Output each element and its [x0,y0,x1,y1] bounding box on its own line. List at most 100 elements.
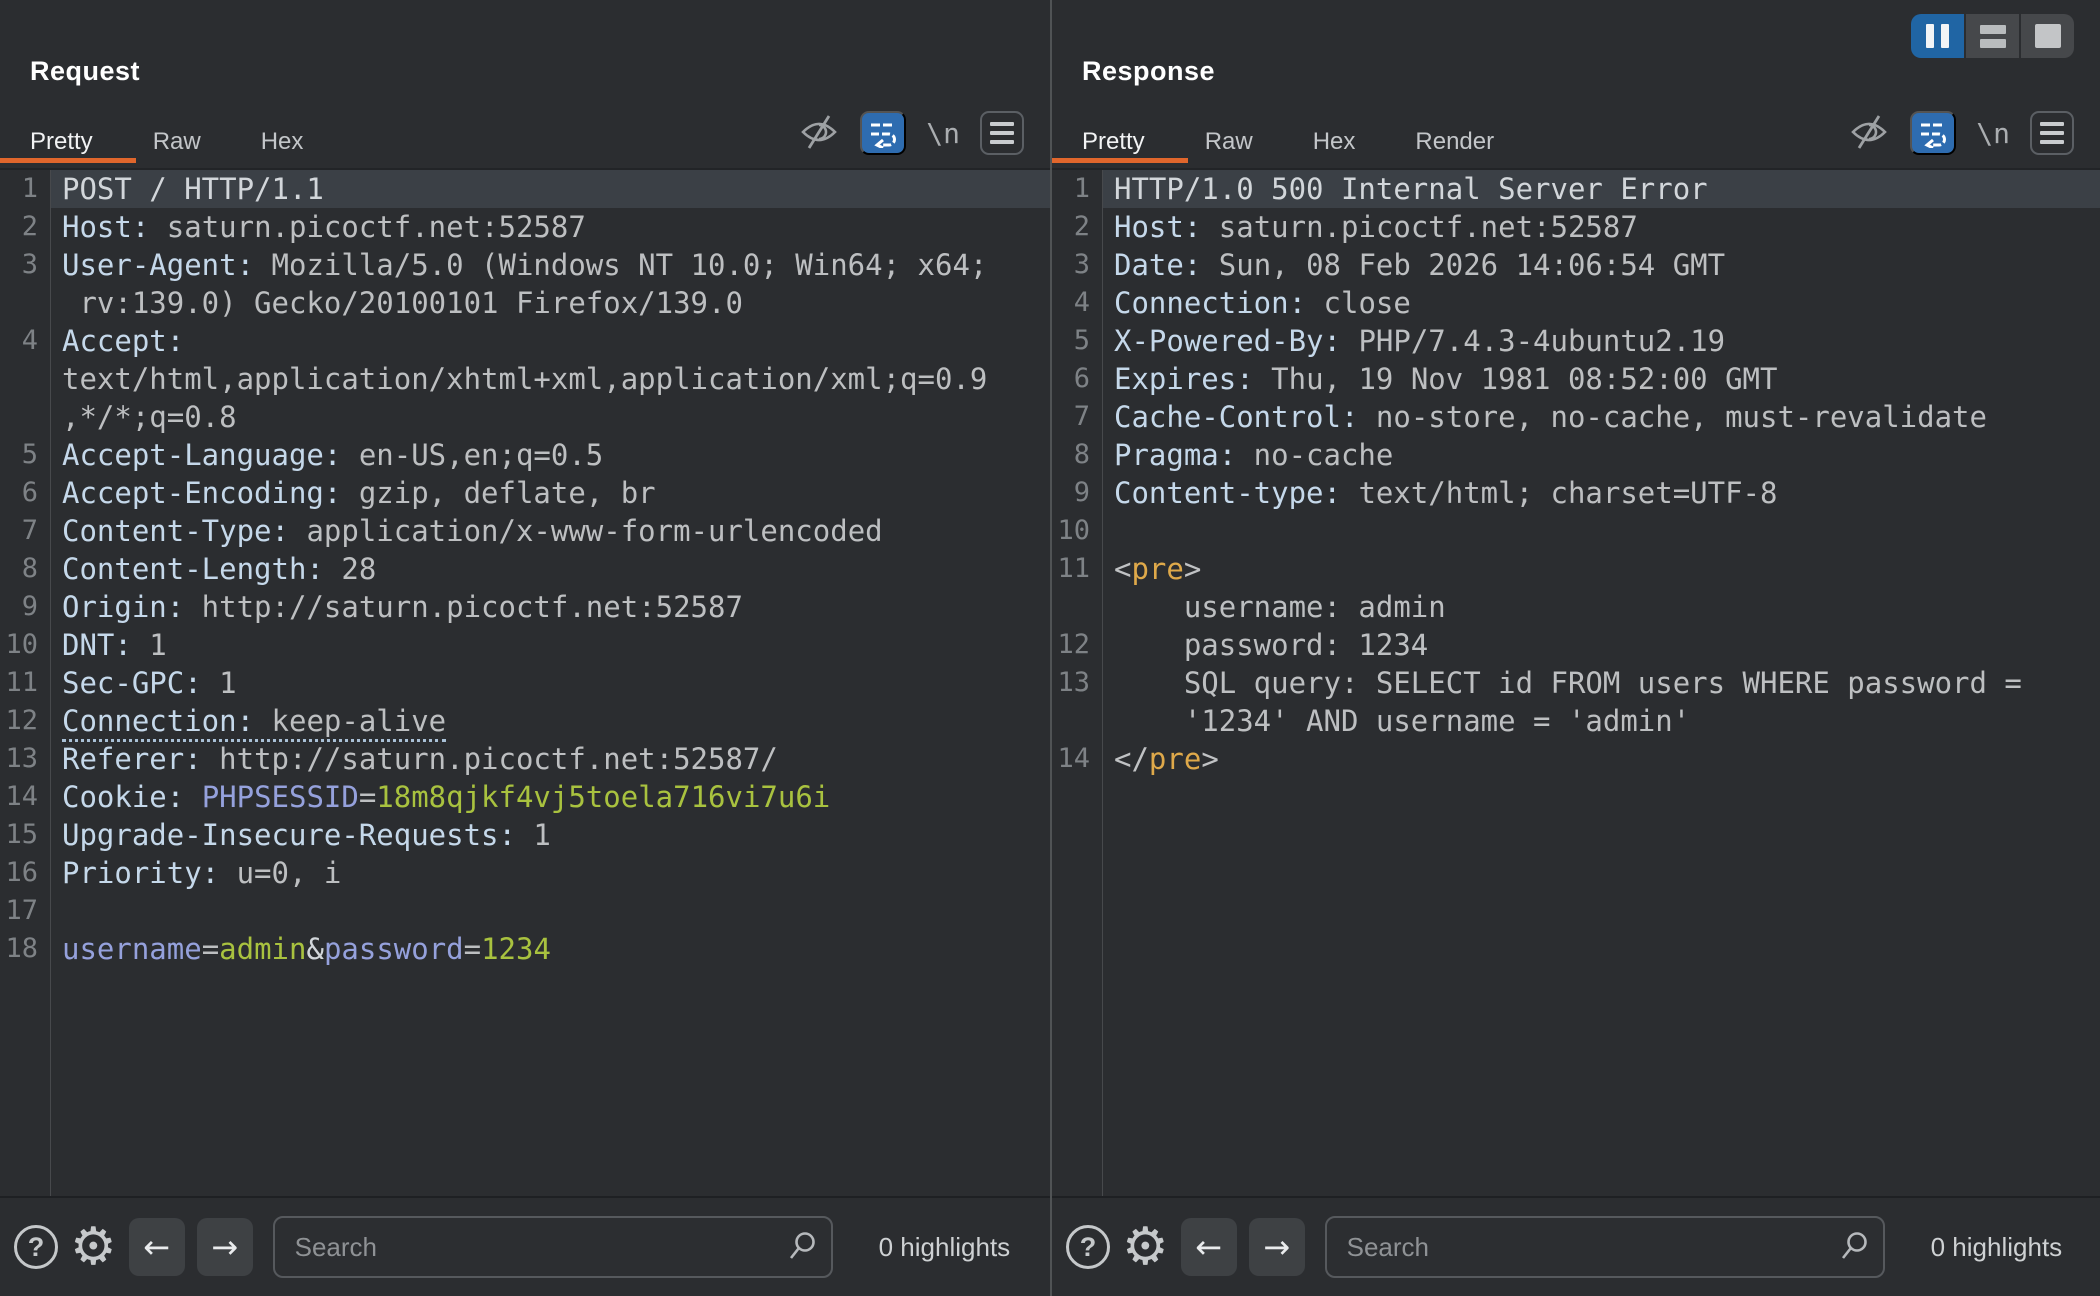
code-line[interactable]: text/html,application/xhtml+xml,applicat… [0,360,1050,398]
code-line[interactable]: 4Connection: close [1052,284,2100,322]
line-text: Date: Sun, 08 Feb 2026 14:06:54 GMT [1102,246,1725,284]
code-line[interactable]: 8Pragma: no-cache [1052,436,2100,474]
line-number: 9 [0,588,50,626]
response-panel: Response Pretty Raw Hex Render \n 1HTTP/1.0… [1052,0,2100,1296]
line-text: Origin: http://saturn.picoctf.net:52587 [50,588,743,626]
code-line[interactable]: 10DNT: 1 [0,626,1050,664]
code-line[interactable]: 14</pre> [1052,740,2100,778]
line-text: Cache-Control: no-store, no-cache, must-… [1102,398,1987,436]
code-line[interactable]: 13Referer: http://saturn.picoctf.net:525… [0,740,1050,778]
line-number: 5 [1052,322,1102,360]
line-number: 9 [1052,474,1102,512]
request-editor-menu-button[interactable] [980,111,1024,155]
code-line[interactable]: 15Upgrade-Insecure-Requests: 1 [0,816,1050,854]
line-number: 8 [0,550,50,588]
settings-button[interactable]: ⚙ [1122,1225,1169,1269]
line-text [1102,512,1114,550]
code-line[interactable]: 1POST / HTTP/1.1 [0,170,1050,208]
code-line[interactable]: 5X-Powered-By: PHP/7.4.3-4ubuntu2.19 [1052,322,2100,360]
settings-button[interactable]: ⚙ [70,1225,117,1269]
code-line[interactable]: 12 password: 1234 [1052,626,2100,664]
request-editor[interactable]: 1POST / HTTP/1.12Host: saturn.picoctf.ne… [0,168,1050,1196]
previous-match-button[interactable]: ← [1181,1218,1237,1276]
tab-pretty[interactable]: Pretty [30,128,93,156]
layout-single-button[interactable] [2021,14,2074,58]
code-line[interactable]: rv:139.0) Gecko/20100101 Firefox/139.0 [0,284,1050,322]
eye-slash-icon [798,111,840,153]
code-line[interactable]: 7Content-Type: application/x-www-form-ur… [0,512,1050,550]
code-line[interactable]: ,*/*;q=0.8 [0,398,1050,436]
code-line[interactable]: 16Priority: u=0, i [0,854,1050,892]
hide-nonprintable-button[interactable] [1848,111,1890,156]
help-button[interactable]: ? [14,1225,58,1269]
line-number: 10 [0,626,50,664]
line-number: 3 [1052,246,1102,284]
tab-pretty[interactable]: Pretty [1082,128,1145,156]
left-arrow-icon: ← [1195,1228,1222,1266]
code-line[interactable]: 6Expires: Thu, 19 Nov 1981 08:52:00 GMT [1052,360,2100,398]
line-text: DNT: 1 [50,626,167,664]
search-input[interactable] [1325,1216,1885,1278]
question-mark-icon: ? [28,1232,45,1263]
response-editor-menu-button[interactable] [2030,111,2074,155]
code-line[interactable]: 14Cookie: PHPSESSID=18m8qjkf4vj5toela716… [0,778,1050,816]
line-number: 17 [0,892,50,930]
help-button[interactable]: ? [1066,1225,1110,1269]
code-line[interactable]: 2Host: saturn.picoctf.net:52587 [0,208,1050,246]
code-line[interactable]: 1HTTP/1.0 500 Internal Server Error [1052,170,2100,208]
code-line[interactable]: username: admin [1052,588,2100,626]
code-line[interactable]: 9Origin: http://saturn.picoctf.net:52587 [0,588,1050,626]
search-input[interactable] [273,1216,833,1278]
code-line[interactable]: 5Accept-Language: en-US,en;q=0.5 [0,436,1050,474]
code-line[interactable]: 12Connection: keep-alive [0,702,1050,740]
line-text: Pragma: no-cache [1102,436,1393,474]
code-line[interactable]: 6Accept-Encoding: gzip, deflate, br [0,474,1050,512]
tab-raw[interactable]: Raw [153,128,201,156]
word-wrap-toggle[interactable] [860,111,906,155]
code-line[interactable]: 13 SQL query: SELECT id FROM users WHERE… [1052,664,2100,702]
code-line[interactable]: 11Sec-GPC: 1 [0,664,1050,702]
tab-hex[interactable]: Hex [1313,128,1356,156]
code-line[interactable]: 18username=admin&password=1234 [0,930,1050,968]
panel-divider[interactable] [1050,0,1052,1296]
line-number: 7 [0,512,50,550]
code-line[interactable]: 8Content-Length: 28 [0,550,1050,588]
previous-match-button[interactable]: ← [129,1218,185,1276]
code-line[interactable]: 9Content-type: text/html; charset=UTF-8 [1052,474,2100,512]
gear-icon: ⚙ [70,1217,117,1277]
highlights-count: 0 highlights [879,1232,1011,1263]
code-line[interactable]: 10 [1052,512,2100,550]
line-text: username=admin&password=1234 [50,930,551,968]
line-text: Host: saturn.picoctf.net:52587 [1102,208,1638,246]
code-line[interactable]: 17 [0,892,1050,930]
line-number: 6 [0,474,50,512]
next-match-button[interactable]: → [1249,1218,1305,1276]
line-number: 6 [1052,360,1102,398]
code-line[interactable]: 2Host: saturn.picoctf.net:52587 [1052,208,2100,246]
tab-render[interactable]: Render [1415,128,1494,156]
code-line[interactable]: '1234' AND username = 'admin' [1052,702,2100,740]
next-match-button[interactable]: → [197,1218,253,1276]
line-number: 13 [1052,664,1102,702]
tab-raw[interactable]: Raw [1205,128,1253,156]
line-number: 12 [1052,626,1102,664]
code-line[interactable]: 3User-Agent: Mozilla/5.0 (Windows NT 10.… [0,246,1050,284]
line-number: 15 [0,816,50,854]
line-text: Priority: u=0, i [50,854,341,892]
code-line[interactable]: 3Date: Sun, 08 Feb 2026 14:06:54 GMT [1052,246,2100,284]
tab-hex[interactable]: Hex [261,128,304,156]
request-panel: Request PrettyRawHex \n 1POST / HTTP/1.1… [0,0,1050,1296]
word-wrap-toggle[interactable] [1910,111,1956,155]
layout-columns-button[interactable] [1911,14,1964,58]
show-newlines-toggle[interactable]: \n [1976,117,2010,150]
code-line[interactable]: 4Accept: [0,322,1050,360]
request-editor-toolbar: \n [798,108,1024,158]
layout-rows-button[interactable] [1966,14,2019,58]
show-newlines-toggle[interactable]: \n [926,117,960,150]
response-panel-title: Response [1082,56,1215,87]
line-number: 14 [1052,740,1102,778]
hide-nonprintable-button[interactable] [798,111,840,156]
code-line[interactable]: 11<pre> [1052,550,2100,588]
response-editor[interactable]: 1HTTP/1.0 500 Internal Server Error2Host… [1052,168,2100,1196]
code-line[interactable]: 7Cache-Control: no-store, no-cache, must… [1052,398,2100,436]
